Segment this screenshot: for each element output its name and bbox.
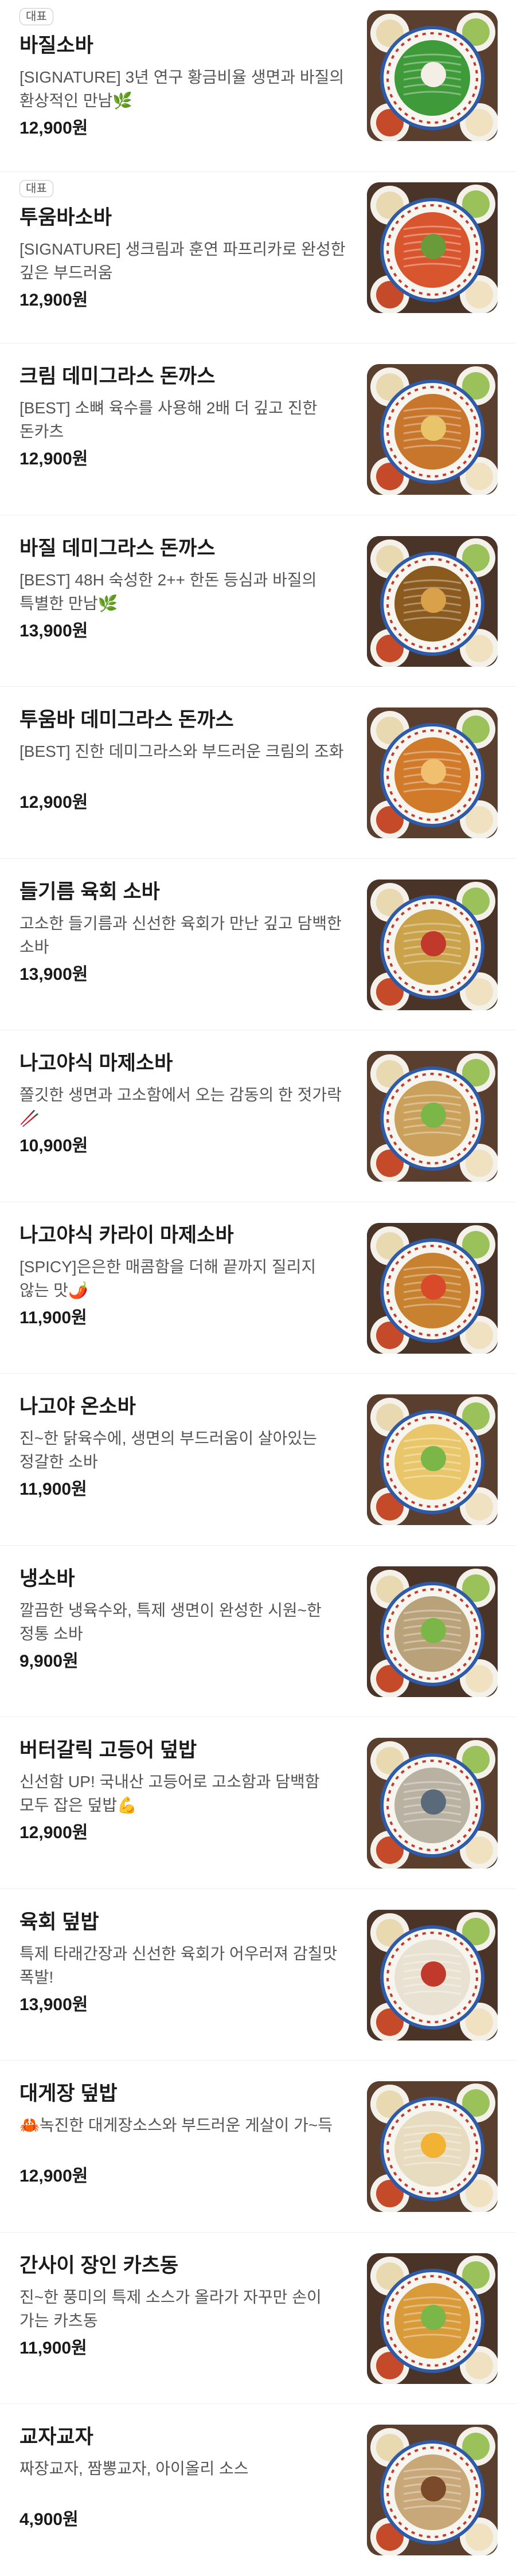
- menu-item[interactable]: 대표투움바소바 [SIGNATURE] 생크림과 훈연 파프리카로 완성한 깊은 …: [0, 172, 516, 343]
- menu-item-name: 육회 덮밥: [19, 1910, 99, 1933]
- menu-item-price: 12,900원: [19, 793, 88, 812]
- menu-list: 대표 바질소바 [SIGNATURE] 3년 연구 황금비율 생면과 바질의 환상적…: [0, 0, 516, 2576]
- menu-item-description: [SIGNATURE] 3년 연구 황금비율 생면과 바질의 환상적인 만남🌿: [19, 68, 345, 110]
- menu-item-name: 나고야 온소바: [19, 1396, 136, 1418]
- menu-item[interactable]: 나고야 온소바진~한 닭육수에, 생면의 부드러움이 살아있는 정갈한 소바 11…: [0, 1374, 516, 1546]
- menu-item[interactable]: 육회 덮밥특제 타래간장과 신선한 육회가 어우러져 감칠맛 폭발! 13,900…: [0, 1889, 516, 2061]
- menu-item-price: 12,900원: [19, 1823, 88, 1842]
- menu-item-name: 나고야식 마제소바: [19, 1052, 173, 1074]
- toowoomba-soba-image: [367, 182, 498, 313]
- menu-item[interactable]: 투움바 데미그라스 돈까스 [BEST] 진한 데미그라스와 부드러운 크림의 조…: [0, 687, 516, 859]
- menu-item-price: 9,900원: [19, 1651, 79, 1671]
- menu-item-thumbnail[interactable]: [367, 1051, 498, 1182]
- menu-item-description: 진~한 풍미의 특제 소스가 올라가 자꾸만 손이 가는 카츠동: [19, 2288, 322, 2329]
- basil-demiglace-tonkatsu-image: [367, 535, 498, 667]
- menu-item-description: 진~한 닭육수에, 생면의 부드러움이 살아있는 정갈한 소바: [19, 1429, 317, 1471]
- menu-item-description: 깔끔한 냉육수와, 특제 생면이 완성한 시원~한 정통 소바: [19, 1601, 322, 1643]
- menu-item-price: 11,900원: [19, 1308, 87, 1327]
- menu-item-name: 버터갈릭 고등어 덮밥: [19, 1739, 197, 1761]
- menu-item-thumbnail[interactable]: [367, 1222, 498, 1354]
- cream-demiglace-tonkatsu-image: [367, 364, 498, 495]
- menu-item-price: 12,900원: [19, 290, 88, 310]
- menu-item-name: 바질 데미그라스 돈까스: [19, 537, 216, 560]
- menu-item-price: 10,900원: [19, 1136, 88, 1155]
- menu-item-description: 🦀녹진한 대게장소스와 부드러운 게살이 가~득: [19, 2116, 333, 2134]
- menu-item[interactable]: 교자교자짜장교자, 짬뽕교자, 아이올리 소스 4,900원: [0, 2404, 516, 2576]
- menu-item-price: 13,900원: [19, 621, 88, 640]
- menu-item-description: [BEST] 진한 데미그라스와 부드러운 크림의 조화: [19, 742, 344, 760]
- perilla-yukhoe-soba-image: [367, 879, 498, 1010]
- nagoya-mazesoba-image: [367, 1051, 498, 1182]
- menu-item[interactable]: 간사이 장인 카츠동진~한 풍미의 특제 소스가 올라가 자꾸만 손이 가는 카…: [0, 2233, 516, 2404]
- menu-item-thumbnail[interactable]: [367, 2081, 498, 2212]
- menu-item-name: 바질소바: [19, 34, 93, 57]
- menu-item-thumbnail[interactable]: [367, 879, 498, 1010]
- gyoza-image: [367, 2425, 498, 2555]
- menu-item[interactable]: 크림 데미그라스 돈까스 [BEST] 소뼈 육수를 사용해 2배 더 깊고 진한…: [0, 343, 516, 515]
- menu-item-price: 11,900원: [19, 2338, 87, 2358]
- menu-item-thumbnail[interactable]: [367, 1394, 498, 1525]
- menu-item-name: 대게장 덮밥: [19, 2082, 118, 2105]
- menu-item-thumbnail[interactable]: [367, 535, 498, 667]
- menu-item-name: 나고야식 카라이 마제소바: [19, 1223, 234, 1246]
- menu-item-price: 11,900원: [19, 1480, 87, 1499]
- menu-item[interactable]: 대게장 덮밥 🦀녹진한 대게장소스와 부드러운 게살이 가~득 12,900원: [0, 2061, 516, 2233]
- menu-item-thumbnail[interactable]: [367, 182, 498, 313]
- menu-item[interactable]: 냉소바깔끔한 냉육수와, 특제 생면이 완성한 시원~한 정통 소바 9,900원: [0, 1546, 516, 1717]
- menu-item[interactable]: 나고야식 카라이 마제소바 [SPICY]은은한 매콤함을 더해 끝까지 질리지 …: [0, 1202, 516, 1374]
- menu-item-description: [BEST] 48H 숙성한 2++ 한돈 등심과 바질의 특별한 만남🌿: [19, 570, 317, 612]
- menu-item[interactable]: 바질 데미그라스 돈까스 [BEST] 48H 숙성한 2++ 한돈 등심과 바질…: [0, 515, 516, 687]
- toowoomba-demiglace-tonkatsu-image: [367, 707, 498, 838]
- menu-item-name: 들기름 육회 소바: [19, 880, 160, 903]
- kansai-katsudon-image: [367, 2253, 498, 2384]
- menu-item[interactable]: 나고야식 마제소바쫄깃한 생면과 고소함에서 오는 감동의 한 젓가락🥢 10,9…: [0, 1030, 516, 1202]
- menu-item-description: [BEST] 소뼈 육수를 사용해 2배 더 깊고 진한 돈카츠: [19, 399, 318, 440]
- menu-item-thumbnail[interactable]: [367, 1738, 498, 1869]
- menu-item-description: 신선함 UP! 국내산 고등어로 고소함과 담백함 모두 잡은 덮밥💪: [19, 1773, 320, 1814]
- menu-item-name: 크림 데미그라스 돈까스: [19, 365, 216, 388]
- menu-item-thumbnail[interactable]: [367, 364, 498, 495]
- menu-item[interactable]: 들기름 육회 소바고소한 들기름과 신선한 육회가 만난 깊고 담백한 소바 13…: [0, 859, 516, 1030]
- menu-item-name: 간사이 장인 카츠동: [19, 2254, 179, 2277]
- menu-item-price: 12,900원: [19, 2167, 88, 2186]
- menu-item-description: 쫄깃한 생면과 고소함에서 오는 감동의 한 젓가락🥢: [19, 1086, 342, 1127]
- menu-item-description: 특제 타래간장과 신선한 육회가 어우러져 감칠맛 폭발!: [19, 1944, 338, 1986]
- menu-item-price: 4,900원: [19, 2510, 79, 2529]
- menu-item-thumbnail[interactable]: [367, 1566, 498, 1697]
- menu-item-price: 13,900원: [19, 964, 88, 984]
- menu-item-name: 투움바소바: [19, 206, 112, 229]
- menu-item-badge: 대표: [19, 179, 53, 197]
- snow-crab-bowl-image: [367, 2081, 498, 2212]
- nagoya-onsoba-image: [367, 1394, 498, 1525]
- menu-item[interactable]: 대표바질소바 [SIGNATURE] 3년 연구 황금비율 생면과 바질의 환상적…: [0, 0, 516, 172]
- menu-item-price: 12,900원: [19, 119, 88, 138]
- menu-item-thumbnail[interactable]: [367, 2425, 498, 2555]
- menu-item-description: [SIGNATURE] 생크림과 훈연 파프리카로 완성한 깊은 부드러움: [19, 240, 346, 282]
- menu-item-name: 투움바 데미그라스 돈까스: [19, 709, 234, 731]
- menu-item-thumbnail[interactable]: [367, 10, 498, 141]
- menu-item-description: [SPICY]은은한 매콤함을 더해 끝까지 질리지 않는 맛🌶️: [19, 1257, 316, 1299]
- yukhoe-bowl-image: [367, 1909, 498, 2041]
- menu-item-price: 12,900원: [19, 449, 88, 468]
- menu-item-name: 교자교자: [19, 2426, 93, 2448]
- menu-item-thumbnail[interactable]: [367, 707, 498, 838]
- nagoya-karai-mazesoba-image: [367, 1222, 498, 1354]
- menu-item-name: 냉소바: [19, 1567, 75, 1590]
- cold-soba-image: [367, 1566, 498, 1697]
- menu-item-badge: 대표: [19, 8, 53, 25]
- menu-item-thumbnail[interactable]: [367, 1909, 498, 2041]
- menu-item[interactable]: 버터갈릭 고등어 덮밥신선함 UP! 국내산 고등어로 고소함과 담백함 모두 …: [0, 1717, 516, 1889]
- menu-item-price: 13,900원: [19, 1995, 88, 2014]
- menu-item-description: 짜장교자, 짬뽕교자, 아이올리 소스: [19, 2460, 249, 2477]
- basil-soba-image: [367, 10, 498, 141]
- menu-item-description: 고소한 들기름과 신선한 육회가 만난 깊고 담백한 소바: [19, 914, 342, 956]
- menu-item-thumbnail[interactable]: [367, 2253, 498, 2384]
- butter-garlic-mackerel-bowl-image: [367, 1738, 498, 1869]
